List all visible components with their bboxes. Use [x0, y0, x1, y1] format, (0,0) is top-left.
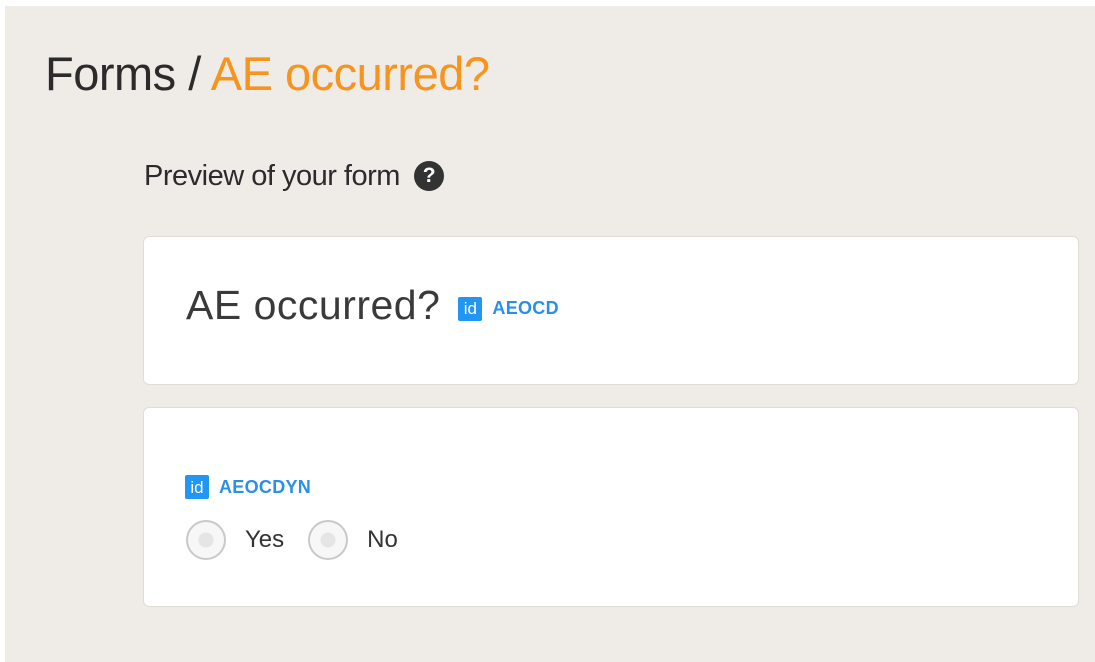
form-field-card: id AEOCDYN Yes No [143, 407, 1079, 607]
form-id-code: AEOCD [492, 298, 559, 318]
breadcrumb-forms[interactable]: Forms [45, 47, 176, 100]
form-id: id AEOCD [458, 296, 559, 321]
id-badge-icon: id [458, 296, 483, 321]
id-badge-icon: id [185, 475, 209, 499]
radio-no-label[interactable]: No [367, 526, 398, 554]
preview-label: Preview of your form [144, 159, 400, 192]
breadcrumb-current: AE occurred? [210, 47, 490, 100]
field-id: id AEOCDYN [185, 475, 311, 499]
page-canvas: Forms / AE occurred? Preview of your for… [5, 6, 1095, 662]
field-id-code: AEOCDYN [219, 476, 312, 497]
help-icon[interactable]: ? [413, 161, 444, 191]
radio-yes-label[interactable]: Yes [245, 526, 284, 554]
breadcrumb-separator: / [188, 47, 201, 100]
form-title: AE occurred? id AEOCD [186, 282, 559, 329]
radio-yes[interactable] [186, 520, 226, 560]
form-title-card: AE occurred? id AEOCD [143, 236, 1079, 385]
radio-no[interactable] [308, 520, 349, 560]
page-title: Forms / AE occurred? [45, 44, 490, 104]
radio-group: Yes No [186, 520, 422, 560]
preview-header: Preview of your form ? [144, 154, 444, 198]
form-title-text: AE occurred? [186, 282, 441, 328]
